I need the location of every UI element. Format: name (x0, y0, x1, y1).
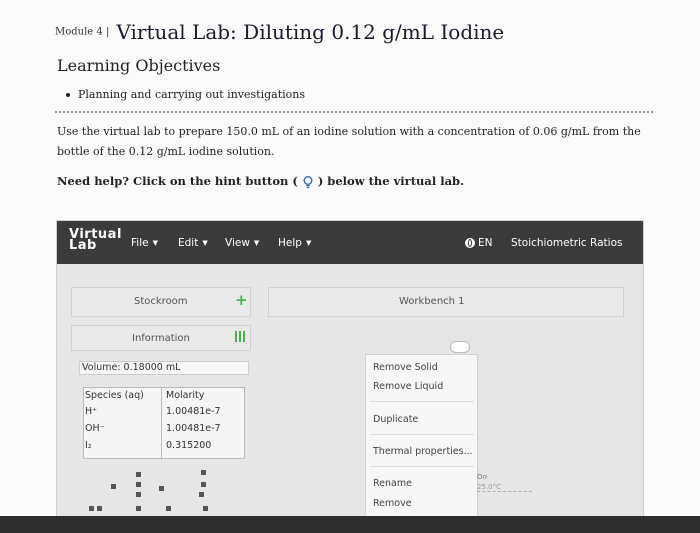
workbench-tab[interactable]: Workbench 1 (268, 287, 624, 317)
menu-divider (370, 401, 474, 402)
species-name: H⁺ (85, 406, 98, 417)
menu-item-rename[interactable]: Rename (373, 478, 412, 489)
solution-info: Volume: 0.18000 mL Species (aq) Molarity… (77, 353, 249, 461)
volume-readout: Volume: 0.18000 mL (79, 361, 249, 375)
objective-text: Planning and carrying out investigations (78, 88, 305, 101)
species-name: I₂ (85, 440, 92, 451)
menu-item-duplicate[interactable]: Duplicate (373, 414, 418, 425)
lab-menubar: Virtual Lab File ▼ Edit ▼ View ▼ Help ▼ EN S… (57, 221, 643, 264)
list-icon[interactable] (235, 331, 245, 343)
information-panel[interactable]: Information (71, 325, 251, 351)
bottom-bar (0, 516, 700, 533)
caret-down-icon: ▼ (305, 239, 312, 247)
page-header: Module 4 | Virtual Lab: Diluting 0.12 g/… (55, 20, 504, 44)
virtual-lab-logo: Virtual Lab (69, 227, 122, 253)
objectives-heading: Learning Objectives (57, 56, 221, 75)
species-molarity: 0.315200 (166, 440, 212, 451)
menu-file[interactable]: File ▼ (131, 237, 158, 249)
context-menu: Remove Solid Remove Liquid Duplicate The… (365, 354, 478, 519)
menu-view[interactable]: View ▼ (225, 237, 259, 249)
help-before: Need help? Click on the hint button ( (57, 174, 298, 188)
help-after: ) below the virtual lab. (317, 174, 465, 188)
menu-item-remove[interactable]: Remove (373, 498, 412, 509)
hint-icon (303, 175, 313, 188)
instructions-text: Use the virtual lab to prepare 150.0 mL … (57, 125, 641, 158)
flask-top[interactable] (450, 341, 470, 353)
stockroom-panel[interactable]: Stockroom (71, 287, 251, 317)
bullet-icon (66, 93, 70, 97)
section-divider (55, 111, 653, 113)
species-header: Species (aq) (85, 390, 144, 401)
species-molarity: 1.00481e-7 (166, 423, 221, 434)
menu-divider (370, 466, 474, 467)
help-text: Need help? Click on the hint button ( ) … (57, 174, 464, 189)
module-label: Module 4 | (55, 26, 110, 38)
caret-down-icon: ▼ (202, 239, 208, 247)
periodic-grid-icons (81, 466, 241, 519)
species-table: Species (aq) Molarity H⁺ 1.00481e-7 OH⁻ … (83, 387, 245, 459)
caret-down-icon: ▼ (253, 239, 260, 247)
species-molarity: 1.00481e-7 (166, 406, 221, 417)
dashed-guide (477, 491, 532, 492)
menu-divider (370, 434, 474, 435)
add-icon[interactable]: + (235, 291, 248, 309)
menu-item-thermal-properties[interactable]: Thermal properties... (373, 446, 473, 457)
globe-icon (465, 238, 475, 248)
temperature-label: 25.0°C (477, 483, 501, 491)
virtual-lab: Virtual Lab File ▼ Edit ▼ View ▼ Help ▼ EN S… (56, 220, 644, 520)
molarity-header: Molarity (166, 390, 205, 401)
objective-item: Planning and carrying out investigations (66, 88, 305, 101)
menu-item-remove-liquid[interactable]: Remove Liquid (373, 381, 443, 392)
species-name: OH⁻ (85, 423, 105, 434)
menu-item-remove-solid[interactable]: Remove Solid (373, 362, 438, 373)
menu-edit[interactable]: Edit ▼ (178, 237, 208, 249)
language-selector[interactable]: EN (465, 237, 493, 249)
page-title: Virtual Lab: Diluting 0.12 g/mL Iodine (116, 20, 505, 44)
heater-label: On (477, 473, 487, 481)
menu-help[interactable]: Help ▼ (278, 237, 311, 249)
caret-down-icon: ▼ (152, 239, 158, 247)
stoichiometric-ratios-button[interactable]: Stoichiometric Ratios (511, 237, 622, 249)
